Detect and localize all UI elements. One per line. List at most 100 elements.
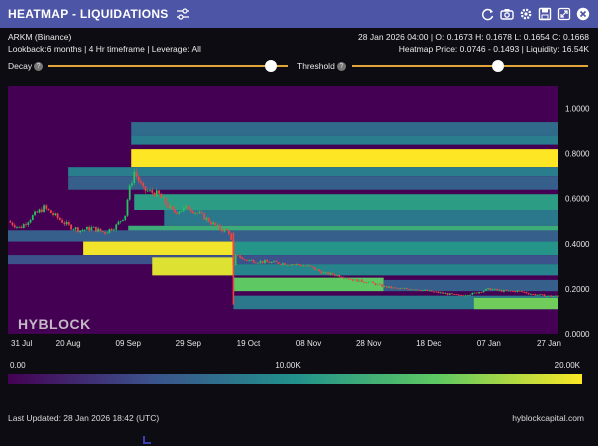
candle [358,279,361,282]
decay-slider[interactable] [48,65,288,67]
candle [439,292,442,294]
candle [462,295,465,297]
candle [408,288,411,290]
candle [507,290,510,292]
candle [277,262,280,264]
candle [162,197,165,199]
candle [151,189,154,193]
candle [85,226,88,230]
candle [176,212,178,214]
candle [453,294,456,295]
candle [351,279,354,281]
threshold-slider[interactable] [352,65,588,67]
candle [155,190,158,197]
candle [214,222,217,226]
heat-band [8,230,558,242]
camera-icon[interactable] [500,7,514,21]
candle [74,227,77,230]
candle [469,294,471,296]
candle [428,290,431,292]
candle [88,226,91,231]
candle [282,263,284,265]
candle [412,289,415,291]
candle [122,219,124,221]
candle [536,294,539,296]
candle [482,290,485,293]
candle [250,259,253,261]
candle [189,209,192,212]
close-icon[interactable] [576,7,590,21]
candle [237,254,239,256]
candle [295,263,298,265]
refresh-icon[interactable] [481,7,495,21]
candle [97,228,100,232]
candle [360,279,363,282]
candle [475,292,478,294]
candle [149,189,151,191]
candle [133,171,136,184]
candle [104,232,106,234]
candle [381,284,384,287]
heat-band [131,135,558,145]
candle [518,290,521,292]
candle [444,293,447,295]
candle [225,229,228,231]
candle [25,224,27,225]
candle [252,259,255,263]
decay-slider-handle[interactable] [265,60,278,72]
candle [336,274,338,276]
candle [370,281,372,283]
candle [539,294,541,296]
candle [406,288,408,290]
help-icon[interactable]: ? [34,62,44,72]
candle [101,231,104,233]
candle [63,222,66,225]
candle [22,224,25,229]
y-tick-label: 0.8000 [565,150,590,159]
candle [65,222,68,225]
candle [331,272,334,275]
gear-icon[interactable] [519,7,533,21]
candle [523,291,526,293]
candle [128,185,131,200]
save-icon[interactable] [538,7,552,21]
candle [119,220,122,222]
candle [142,183,145,187]
candle [106,232,109,234]
candle [99,228,102,232]
threshold-slider-handle[interactable] [492,60,505,72]
expand-icon[interactable] [557,7,571,21]
sliders-icon[interactable] [176,8,190,20]
candle [126,199,129,216]
candle [397,287,399,289]
x-tick-label: 08 Nov [296,339,321,348]
candle [388,286,390,288]
candle [16,226,18,228]
candle [218,225,221,230]
candle [399,288,402,290]
candle [131,183,133,186]
candle [349,279,352,280]
candle [534,294,537,296]
candle [466,295,469,297]
y-tick-label: 0.4000 [565,240,590,249]
candle [293,264,296,266]
x-tick-label: 18 Dec [416,339,441,348]
help-icon[interactable]: ? [336,62,346,72]
candle [367,281,370,283]
candle [255,262,257,264]
heat-band [131,122,558,136]
candle [557,295,559,297]
candle [392,287,395,289]
candle [261,260,264,263]
candle [545,295,548,297]
source-link[interactable]: hyblockcapital.com [512,413,584,423]
candle [464,295,467,297]
candle [333,274,336,276]
candle [67,222,70,225]
liquidation-heatmap-chart: 1.0000 0.8000 0.6000 0.4000 0.2000 0.0000 31 … [8,86,590,384]
candle [347,278,350,280]
candle [532,294,535,295]
candle [311,266,314,268]
resize-handle[interactable] [143,436,151,444]
